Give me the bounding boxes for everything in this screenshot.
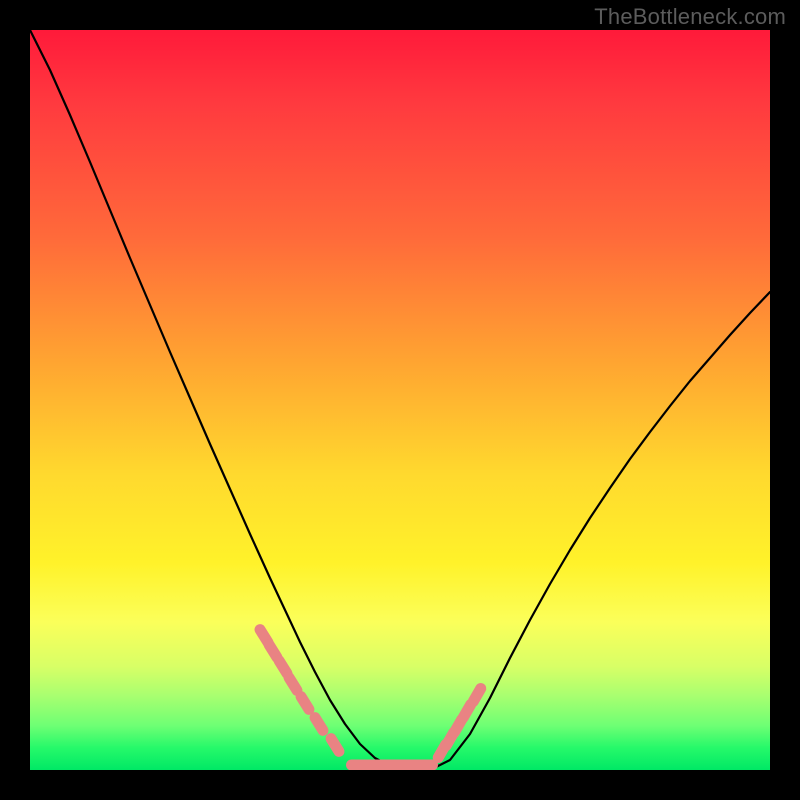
watermark-label: TheBottleneck.com: [594, 4, 786, 30]
marker-pill: [466, 681, 489, 709]
marker-flat: [346, 760, 438, 771]
marker-pill: [307, 710, 330, 738]
chart-frame: TheBottleneck.com: [0, 0, 800, 800]
main-curve: [30, 30, 770, 770]
marker-pill: [323, 731, 346, 759]
plot-area: [30, 30, 770, 770]
curve-svg: [30, 30, 770, 770]
